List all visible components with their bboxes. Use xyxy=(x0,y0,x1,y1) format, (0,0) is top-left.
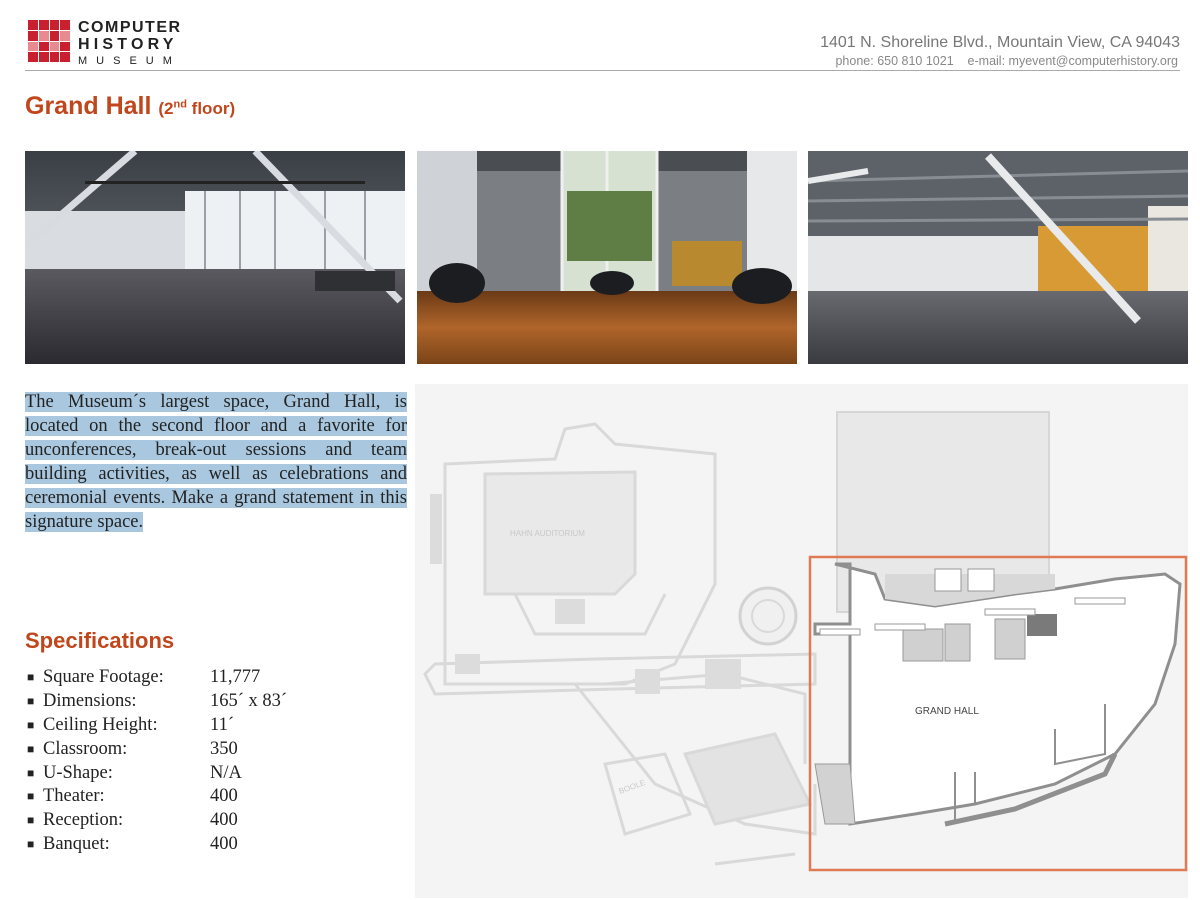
page-title: Grand Hall (2nd floor) xyxy=(25,92,235,121)
logo-line-history: HISTORY xyxy=(78,36,178,53)
address: 1401 N. Shoreline Blvd., Mountain View, … xyxy=(820,34,1180,51)
spec-row: ■ U-Shape: N/A xyxy=(27,762,242,783)
bullet-icon: ■ xyxy=(27,670,35,685)
specifications-heading: Specifications xyxy=(25,628,175,653)
grand-hall-label: GRAND HALL xyxy=(915,706,979,717)
bullet-icon: ■ xyxy=(27,717,35,732)
spec-row: ■ Square Footage: 11,777 xyxy=(27,667,261,688)
bullet-icon: ■ xyxy=(27,741,35,756)
bullet-icon: ■ xyxy=(27,813,35,828)
bullet-icon: ■ xyxy=(27,765,35,780)
header-divider xyxy=(25,70,1180,71)
bullet-icon: ■ xyxy=(27,836,35,851)
spec-row: ■ Dimensions: 165´ x 83´ xyxy=(27,691,288,712)
title-floor: (2nd floor) xyxy=(158,98,236,118)
floor-plan: HAHN AUDITORIUM BOOLE GRAND HALL xyxy=(415,384,1188,898)
spec-row: ■ Banquet: 400 xyxy=(27,833,238,854)
museum-logo: COMPUTER HISTORY MUSEUM xyxy=(28,20,182,67)
bullet-icon: ■ xyxy=(27,789,35,804)
specifications-list: ■ Square Footage: 11,777 ■ Dimensions: 165´ … xyxy=(27,666,287,856)
spec-row: ■ Classroom: 350 xyxy=(27,738,238,759)
logo-line-computer: COMPUTER xyxy=(78,19,182,36)
bullet-icon: ■ xyxy=(27,694,35,709)
spec-row: ■ Theater: 400 xyxy=(27,786,238,807)
boole-label: BOOLE xyxy=(618,778,647,796)
title-main: Grand Hall xyxy=(25,92,152,120)
logo-line-museum: MUSEUM xyxy=(78,55,181,67)
contact-info: phone: 650 810 1021 e-mail: myevent@comp… xyxy=(835,54,1178,68)
venue-description: The Museum´s largest space, Grand Hall, … xyxy=(25,392,407,532)
spec-row: ■ Reception: 400 xyxy=(27,810,238,831)
auditorium-label: HAHN AUDITORIUM xyxy=(510,529,585,538)
logo-grid-icon xyxy=(28,20,70,62)
photo-grand-hall-open-space xyxy=(25,151,405,364)
photo-grand-hall-interior xyxy=(808,151,1188,364)
logo-wordmark: COMPUTER HISTORY MUSEUM xyxy=(78,20,182,67)
spec-row: ■ Ceiling Height: 11´ xyxy=(27,714,234,735)
photo-conference-room xyxy=(417,151,797,364)
